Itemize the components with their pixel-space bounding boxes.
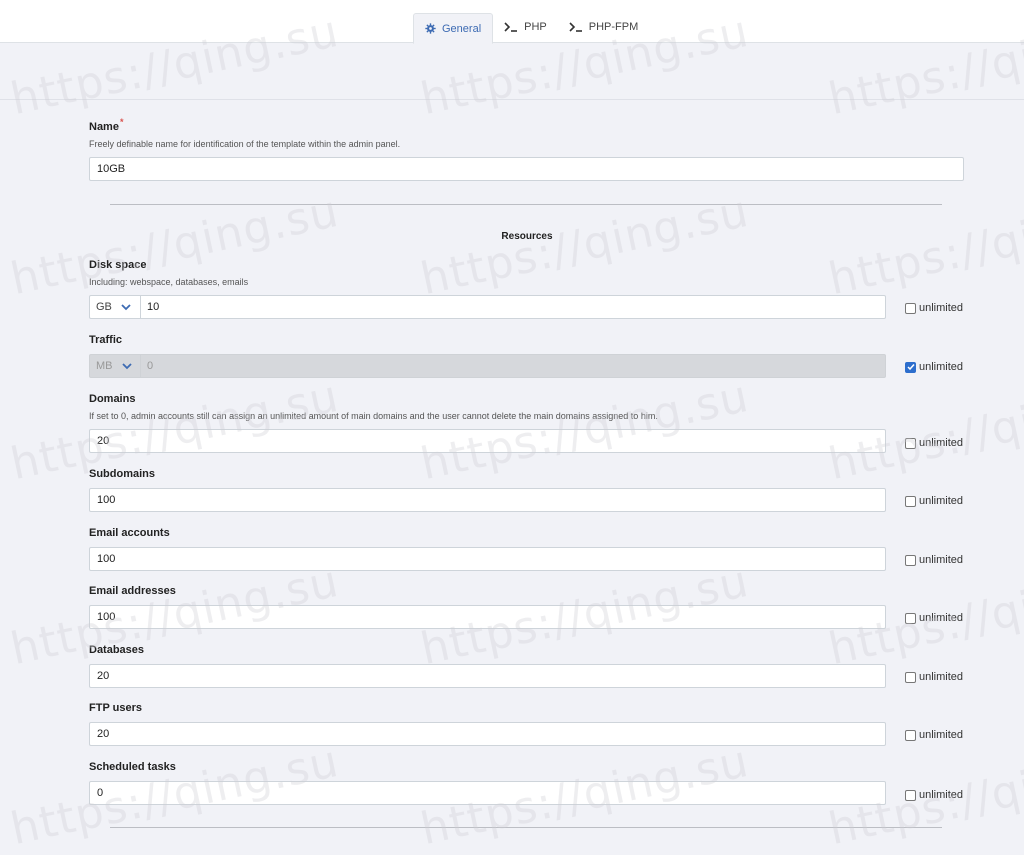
checkbox-box[interactable] <box>905 437 916 449</box>
email-addresses-input[interactable]: 100 <box>89 605 886 629</box>
traffic-label: Traffic <box>89 334 123 346</box>
terminal-icon <box>569 22 582 32</box>
ftp-users-label: FTP users <box>89 702 142 714</box>
email-addresses-label: Email addresses <box>89 585 176 597</box>
checkbox-box[interactable] <box>905 729 916 741</box>
disk-space-help: Including: webspace, databases, emails <box>89 277 249 287</box>
name-label-text: Name <box>89 121 119 133</box>
disk-unlimited-checkbox[interactable]: unlimited <box>905 302 963 314</box>
name-help: Freely definable name for identification… <box>89 139 401 149</box>
unlimited-label: unlimited <box>919 302 964 314</box>
required-mark: * <box>119 117 124 127</box>
unlimited-label: unlimited <box>919 554 964 566</box>
disk-space-group: GB 10 <box>89 295 886 319</box>
traffic-unit-select[interactable]: MB <box>89 354 141 378</box>
databases-label: Databases <box>89 644 145 656</box>
traffic-input[interactable]: 0 <box>141 354 886 378</box>
tab-php-label: PHP <box>524 21 547 33</box>
domains-help: If set to 0, admin accounts still can as… <box>89 411 658 421</box>
email-accounts-label: Email accounts <box>89 527 170 539</box>
subdomains-unlimited-checkbox[interactable]: unlimited <box>905 495 963 507</box>
checkbox-box[interactable] <box>905 361 916 373</box>
tabs: General PHP PHP-FPM <box>413 13 650 44</box>
ftp-users-unlimited-checkbox[interactable]: unlimited <box>905 729 963 741</box>
disk-space-input[interactable]: 10 <box>141 295 886 319</box>
unlimited-label: unlimited <box>919 671 964 683</box>
checkbox-box[interactable] <box>905 789 916 801</box>
domains-input[interactable]: 20 <box>89 429 886 453</box>
ftp-users-input[interactable]: 20 <box>89 722 886 746</box>
tab-php[interactable]: PHP <box>493 13 558 41</box>
chevron-down-icon <box>121 303 131 310</box>
unlimited-label: unlimited <box>919 612 964 624</box>
terminal-icon <box>504 22 518 32</box>
domains-label: Domains <box>89 393 136 405</box>
unlimited-label: unlimited <box>919 495 964 507</box>
checkbox-box[interactable] <box>905 671 916 683</box>
email-accounts-input[interactable]: 100 <box>89 547 886 571</box>
checkmark-icon <box>906 364 915 371</box>
tab-php-fpm-label: PHP-FPM <box>588 21 639 33</box>
checkbox-box[interactable] <box>905 612 916 624</box>
divider <box>110 827 942 828</box>
checkbox-box[interactable] <box>905 302 916 314</box>
unlimited-label: unlimited <box>919 361 964 373</box>
tab-general[interactable]: General <box>413 13 494 44</box>
subdomains-input[interactable]: 100 <box>89 488 886 512</box>
domains-unlimited-checkbox[interactable]: unlimited <box>905 437 963 449</box>
databases-unlimited-checkbox[interactable]: unlimited <box>905 671 963 683</box>
unlimited-label: unlimited <box>919 729 964 741</box>
email-addresses-unlimited-checkbox[interactable]: unlimited <box>905 612 963 624</box>
traffic-unit-value: MB <box>96 360 113 372</box>
chevron-down-icon <box>121 362 132 369</box>
checkbox-box[interactable] <box>905 554 916 566</box>
subdomains-label: Subdomains <box>89 468 156 480</box>
email-accounts-unlimited-checkbox[interactable]: unlimited <box>905 554 963 566</box>
checkbox-box[interactable] <box>905 495 916 507</box>
disk-unit-select[interactable]: GB <box>89 295 141 319</box>
unlimited-label: unlimited <box>919 789 964 801</box>
gear-icon <box>425 23 436 34</box>
header-band <box>0 59 1024 100</box>
scheduled-tasks-label: Scheduled tasks <box>89 761 176 773</box>
traffic-group: MB 0 <box>89 354 886 378</box>
disk-space-label: Disk space <box>89 259 147 271</box>
tab-php-fpm[interactable]: PHP-FPM <box>558 13 650 41</box>
databases-input[interactable]: 20 <box>89 664 886 688</box>
divider <box>110 204 942 205</box>
scheduled-tasks-unlimited-checkbox[interactable]: unlimited <box>905 789 963 801</box>
unlimited-label: unlimited <box>919 437 964 449</box>
scheduled-tasks-input[interactable]: 0 <box>89 781 886 805</box>
name-input[interactable]: 10GB <box>89 157 964 181</box>
resources-heading: Resources <box>501 231 553 242</box>
disk-unit-value: GB <box>96 301 112 313</box>
traffic-unlimited-checkbox[interactable]: unlimited <box>905 361 963 373</box>
name-label: Name* <box>89 117 123 133</box>
tab-general-label: General <box>442 22 482 35</box>
